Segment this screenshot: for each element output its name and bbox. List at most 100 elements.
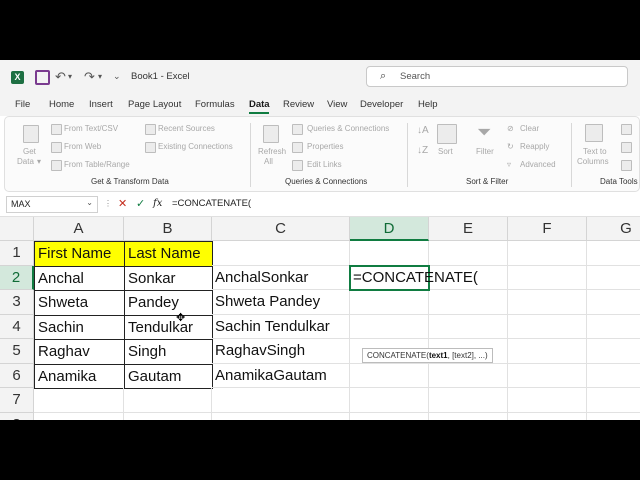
cell-c6[interactable]: AnamikaGautam bbox=[212, 364, 350, 388]
tab-insert[interactable]: Insert bbox=[89, 99, 113, 110]
cell-g6[interactable] bbox=[587, 364, 640, 388]
enter-icon[interactable]: ✓ bbox=[136, 197, 145, 210]
cell-d8[interactable] bbox=[350, 413, 429, 420]
queries-connections-button[interactable]: Queries & Connections bbox=[307, 124, 389, 133]
column-header-b[interactable]: B bbox=[124, 217, 212, 241]
select-all-button[interactable] bbox=[0, 217, 34, 241]
existing-connections-button[interactable]: Existing Connections bbox=[158, 142, 233, 151]
tab-formulas[interactable]: Formulas bbox=[195, 99, 235, 110]
get-data-button[interactable]: Get bbox=[23, 147, 36, 156]
cell-d2[interactable]: =CONCATENATE( bbox=[349, 265, 478, 291]
refresh-all-button[interactable]: Refresh bbox=[258, 147, 286, 156]
column-header-f[interactable]: F bbox=[508, 217, 587, 241]
row-header-8[interactable]: 8 bbox=[0, 413, 34, 420]
cell-b2[interactable]: Sonkar bbox=[124, 266, 213, 291]
row-header-3[interactable]: 3 bbox=[0, 290, 34, 315]
formula-input[interactable]: =CONCATENATE( bbox=[172, 198, 251, 209]
cell-f3[interactable] bbox=[508, 290, 587, 315]
clear-button[interactable]: Clear bbox=[520, 124, 539, 133]
search-box[interactable]: ⌕ Search bbox=[366, 66, 628, 87]
column-header-a[interactable]: A bbox=[34, 217, 124, 241]
cancel-icon[interactable]: ✕ bbox=[118, 197, 127, 210]
cell-b1[interactable]: Last Name bbox=[124, 241, 213, 267]
cell-f1[interactable] bbox=[508, 241, 587, 266]
cell-a5[interactable]: Raghav bbox=[34, 339, 125, 365]
cell-e4[interactable] bbox=[429, 315, 508, 339]
cell-c8[interactable] bbox=[212, 413, 350, 420]
name-box[interactable]: MAX ⌄ bbox=[6, 196, 98, 213]
tab-file[interactable]: File bbox=[15, 99, 30, 110]
sort-ascending-icon[interactable]: ↓A bbox=[417, 125, 429, 136]
from-web-button[interactable]: From Web bbox=[64, 142, 101, 151]
filter-button[interactable]: Filter bbox=[476, 147, 494, 156]
cell-g3[interactable] bbox=[587, 290, 640, 315]
cell-b3[interactable]: Pandey bbox=[124, 290, 213, 316]
cell-a1[interactable]: First Name bbox=[34, 241, 125, 267]
cell-b5[interactable]: Singh bbox=[124, 339, 213, 365]
get-data-dropdown-icon[interactable]: ▾ bbox=[37, 157, 41, 166]
customize-toolbar-icon[interactable]: ⌄ bbox=[113, 68, 121, 84]
cell-a2[interactable]: Anchal bbox=[34, 266, 125, 291]
undo-icon[interactable]: ↶ bbox=[55, 69, 66, 85]
cell-e3[interactable] bbox=[429, 290, 508, 315]
chevron-down-icon[interactable]: ⌄ bbox=[86, 198, 93, 207]
tab-view[interactable]: View bbox=[327, 99, 347, 110]
tab-home[interactable]: Home bbox=[49, 99, 74, 110]
advanced-button[interactable]: Advanced bbox=[520, 160, 556, 169]
cell-c7[interactable] bbox=[212, 388, 350, 413]
tab-page-layout[interactable]: Page Layout bbox=[128, 99, 181, 110]
tab-data[interactable]: Data bbox=[249, 99, 270, 110]
cell-d6[interactable] bbox=[350, 364, 429, 388]
row-header-1[interactable]: 1 bbox=[0, 241, 34, 266]
row-header-5[interactable]: 5 bbox=[0, 339, 34, 364]
properties-button[interactable]: Properties bbox=[307, 142, 343, 151]
cell-d3[interactable] bbox=[350, 290, 429, 315]
flash-fill-icon[interactable] bbox=[621, 124, 632, 135]
function-argument-tooltip[interactable]: CONCATENATE(text1, [text2], ...) bbox=[362, 348, 493, 363]
cell-b6[interactable]: Gautam bbox=[124, 364, 213, 389]
cell-b4[interactable]: Tendulkar bbox=[124, 315, 213, 340]
column-header-e[interactable]: E bbox=[429, 217, 508, 241]
cell-c5[interactable]: RaghavSingh bbox=[212, 339, 350, 364]
column-header-g[interactable]: G bbox=[587, 217, 640, 241]
sort-button[interactable]: Sort bbox=[438, 147, 453, 156]
cell-g4[interactable] bbox=[587, 315, 640, 339]
edit-links-button[interactable]: Edit Links bbox=[307, 160, 342, 169]
cell-c3[interactable]: Shweta Pandey bbox=[212, 290, 350, 315]
cell-e1[interactable] bbox=[429, 241, 508, 266]
cell-f8[interactable] bbox=[508, 413, 587, 420]
cell-c1[interactable] bbox=[212, 241, 350, 266]
cell-f7[interactable] bbox=[508, 388, 587, 413]
data-validation-icon[interactable] bbox=[621, 160, 632, 171]
cell-c4[interactable]: Sachin Tendulkar bbox=[212, 315, 350, 339]
cell-a4[interactable]: Sachin bbox=[34, 315, 125, 340]
tab-developer[interactable]: Developer bbox=[360, 99, 403, 110]
recent-sources-button[interactable]: Recent Sources bbox=[158, 124, 215, 133]
cell-b7[interactable] bbox=[124, 388, 212, 413]
reapply-button[interactable]: Reapply bbox=[520, 142, 549, 151]
insert-function-icon[interactable]: fx bbox=[153, 198, 162, 209]
cell-c2[interactable]: AnchalSonkar bbox=[212, 266, 350, 290]
column-header-c[interactable]: C bbox=[212, 217, 350, 241]
cell-d4[interactable] bbox=[350, 315, 429, 339]
cell-f5[interactable] bbox=[508, 339, 587, 364]
cell-a6[interactable]: Anamika bbox=[34, 364, 125, 389]
row-header-6[interactable]: 6 bbox=[0, 364, 34, 388]
cell-d1[interactable] bbox=[350, 241, 429, 266]
cell-e7[interactable] bbox=[429, 388, 508, 413]
sort-descending-icon[interactable]: ↓Z bbox=[417, 145, 428, 156]
cell-d7[interactable] bbox=[350, 388, 429, 413]
cell-a8[interactable] bbox=[34, 413, 124, 420]
redo-icon[interactable]: ↷ bbox=[84, 69, 95, 85]
tab-help[interactable]: Help bbox=[418, 99, 438, 110]
save-icon[interactable] bbox=[35, 70, 50, 85]
from-table-range-button[interactable]: From Table/Range bbox=[64, 160, 130, 169]
cell-b8[interactable] bbox=[124, 413, 212, 420]
cell-g2[interactable] bbox=[587, 266, 640, 290]
cell-e6[interactable] bbox=[429, 364, 508, 388]
cell-g7[interactable] bbox=[587, 388, 640, 413]
cell-f4[interactable] bbox=[508, 315, 587, 339]
redo-dropdown-icon[interactable]: ▾ bbox=[98, 69, 102, 85]
cell-e8[interactable] bbox=[429, 413, 508, 420]
cell-a3[interactable]: Shweta bbox=[34, 290, 125, 316]
